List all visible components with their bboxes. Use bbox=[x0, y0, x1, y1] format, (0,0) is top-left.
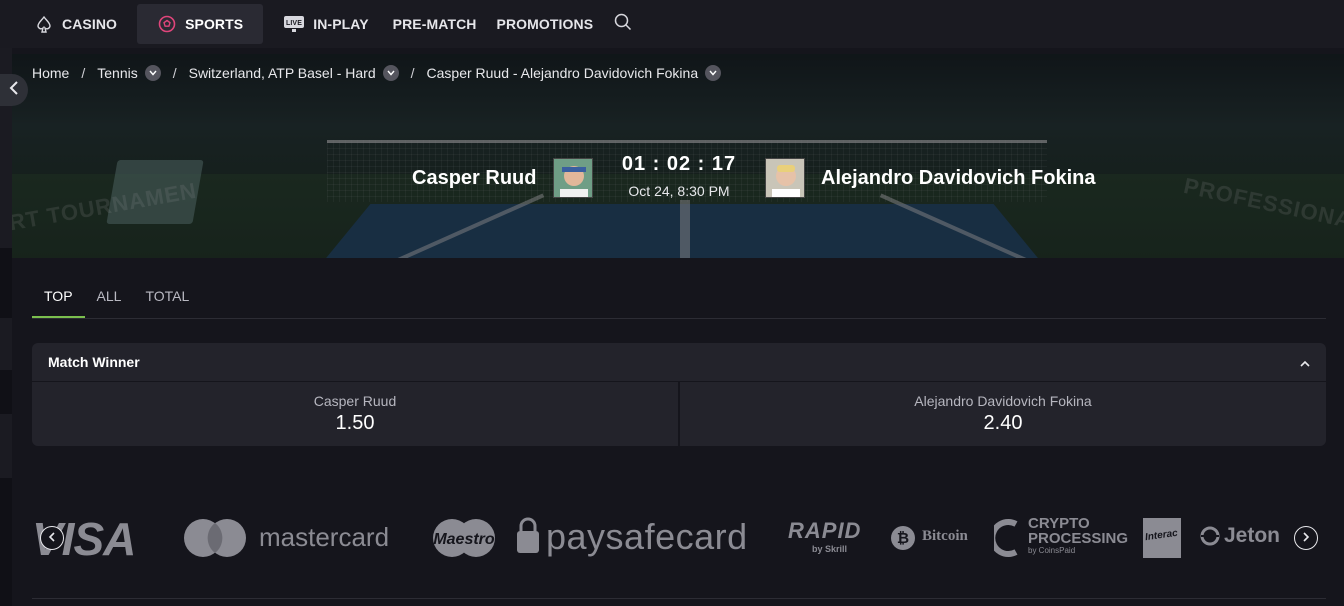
outcome-odds: 1.50 bbox=[335, 412, 375, 434]
odds-button-away[interactable]: Alejandro Davidovich Fokina 2.40 bbox=[680, 382, 1326, 446]
jeton-icon bbox=[1200, 526, 1220, 551]
left-rail-segment bbox=[0, 318, 12, 370]
breadcrumb-separator: / bbox=[172, 65, 177, 81]
away-player-name: Alejandro Davidovich Fokina bbox=[821, 167, 1096, 189]
nav-prematch[interactable]: PRE-MATCH bbox=[383, 4, 487, 44]
search-button[interactable] bbox=[605, 6, 641, 42]
home-player-avatar bbox=[553, 158, 593, 198]
jeton-logo: Jeton bbox=[1224, 524, 1281, 547]
chevron-left-icon bbox=[9, 80, 19, 100]
payments-next-button[interactable] bbox=[1294, 526, 1318, 550]
chevron-left-icon bbox=[48, 529, 56, 547]
chevron-down-icon[interactable] bbox=[382, 65, 399, 81]
nav-prematch-label: PRE-MATCH bbox=[392, 16, 477, 32]
payment-methods-strip: VISA mastercard Maestro paysafecard RAPI… bbox=[32, 508, 1326, 568]
crypto-line1: CRYPTO bbox=[1028, 515, 1090, 532]
maestro-logo: Maestro bbox=[430, 517, 498, 564]
kickoff-time: Oct 24, 8:30 PM bbox=[628, 183, 730, 199]
market-title: Match Winner bbox=[48, 354, 140, 370]
home-player-name: Casper Ruud bbox=[412, 167, 537, 189]
breadcrumb-separator: / bbox=[81, 65, 86, 81]
mastercard-circles-logo bbox=[182, 517, 248, 564]
bitcoin-logo: Bitcoin bbox=[922, 528, 968, 544]
lock-icon bbox=[516, 517, 540, 560]
live-tv-icon: LIVE bbox=[283, 14, 305, 34]
maestro-text: Maestro bbox=[433, 531, 495, 548]
nav-promotions-label: PROMOTIONS bbox=[496, 16, 594, 32]
chevron-down-icon[interactable] bbox=[144, 65, 161, 81]
paysafecard-logo: paysafecard bbox=[546, 516, 748, 557]
breadcrumb-home[interactable]: Home bbox=[32, 65, 69, 81]
crypto-processing-logo: CRYPTO PROCESSING by CoinsPaid bbox=[1028, 516, 1128, 556]
chevron-right-icon bbox=[1302, 529, 1310, 547]
market-header[interactable]: Match Winner bbox=[32, 343, 1326, 381]
spade-icon bbox=[34, 14, 54, 34]
rapid-logo: RAPID bbox=[788, 518, 862, 543]
breadcrumb-sport[interactable]: Tennis bbox=[97, 65, 137, 81]
countdown-timer: 01 : 02 : 17 bbox=[621, 153, 737, 175]
soccer-ball-icon bbox=[157, 14, 177, 34]
svg-text:₿: ₿ bbox=[897, 530, 909, 547]
left-rail bbox=[0, 48, 12, 606]
breadcrumb: Home / Tennis / Switzerland, ATP Basel -… bbox=[32, 62, 722, 84]
breadcrumb-separator: / bbox=[410, 65, 415, 81]
outcome-odds: 2.40 bbox=[983, 412, 1023, 434]
nav-sports-label: SPORTS bbox=[185, 16, 244, 32]
breadcrumb-event[interactable]: Casper Ruud - Alejandro Davidovich Fokin… bbox=[427, 65, 699, 81]
search-icon bbox=[614, 13, 632, 36]
nav-casino[interactable]: CASINO bbox=[20, 4, 131, 44]
chevron-up-icon[interactable] bbox=[1300, 354, 1310, 370]
nav-promotions[interactable]: PROMOTIONS bbox=[487, 4, 604, 44]
away-player-avatar bbox=[765, 158, 805, 198]
left-rail-segment bbox=[0, 414, 12, 478]
interac-logo: Interac bbox=[1143, 518, 1181, 558]
outcome-name: Casper Ruud bbox=[313, 393, 397, 409]
bitcoin-icon: ₿ bbox=[890, 525, 916, 556]
odds-row: Casper Ruud 1.50 Alejandro Davidovich Fo… bbox=[32, 382, 1326, 446]
interac-text: Interac bbox=[1144, 527, 1179, 544]
nav-sports[interactable]: SPORTS bbox=[137, 4, 264, 44]
crypto-sub: by CoinsPaid bbox=[1028, 546, 1076, 555]
top-navigation: CASINO SPORTS LIVE IN-PLAY PRE-MATCH PRO… bbox=[0, 0, 1344, 48]
nav-inplay-label: IN-PLAY bbox=[313, 16, 369, 32]
payments-prev-button[interactable] bbox=[40, 526, 64, 550]
breadcrumb-tournament[interactable]: Switzerland, ATP Basel - Hard bbox=[189, 65, 376, 81]
chevron-down-icon[interactable] bbox=[705, 65, 722, 81]
nav-casino-label: CASINO bbox=[62, 16, 118, 32]
mastercard-logo: mastercard bbox=[259, 522, 390, 552]
tab-all[interactable]: ALL bbox=[85, 278, 134, 318]
tab-top[interactable]: TOP bbox=[32, 278, 85, 318]
crypto-line2: PROCESSING bbox=[1028, 530, 1129, 547]
outcome-name: Alejandro Davidovich Fokina bbox=[914, 393, 1092, 409]
nav-inplay[interactable]: LIVE IN-PLAY bbox=[269, 4, 382, 44]
footer-divider bbox=[32, 598, 1326, 599]
market-tabs: TOP ALL TOTAL bbox=[32, 278, 1326, 319]
rapid-sub-logo: by Skrill bbox=[812, 544, 848, 554]
tab-total[interactable]: TOTAL bbox=[133, 278, 201, 318]
odds-button-home[interactable]: Casper Ruud 1.50 bbox=[32, 382, 678, 446]
coinspaid-icon bbox=[989, 518, 1020, 563]
market-match-winner: Match Winner Casper Ruud 1.50 Alejandro … bbox=[32, 343, 1326, 446]
live-badge-text: LIVE bbox=[286, 20, 302, 27]
